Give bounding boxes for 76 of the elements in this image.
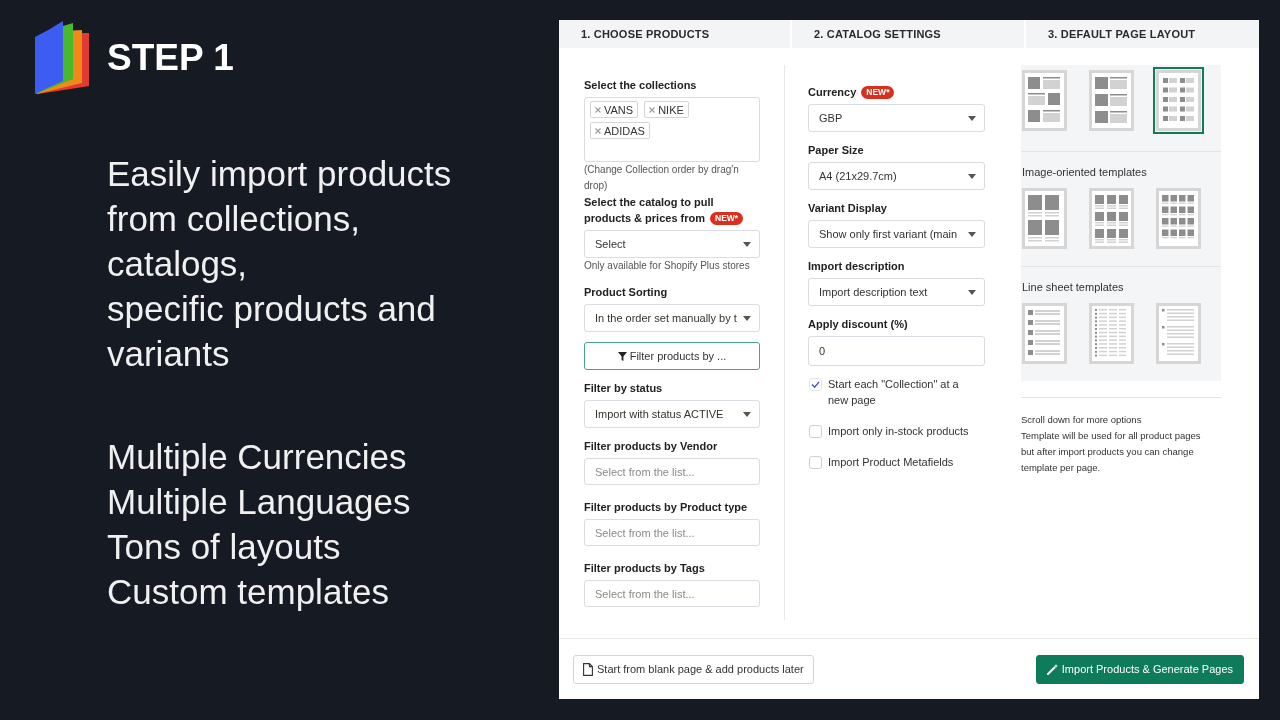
template-thumbnail[interactable] — [1153, 67, 1204, 134]
caret-icon — [743, 241, 751, 247]
checkbox-label: Import only in-stock products — [828, 424, 969, 439]
feature-text: Multiple Currencies — [107, 436, 407, 478]
template-thumbnail[interactable] — [1022, 70, 1067, 131]
tag-label: ADIDAS — [604, 124, 645, 137]
file-icon — [583, 662, 593, 676]
book-icon — [35, 20, 90, 95]
tag-label: VANS — [604, 103, 634, 116]
select-field[interactable]: Select — [584, 230, 760, 258]
note-text: Template will be used for all product pages but after import products you can change template per page. — [1021, 429, 1202, 475]
feature-text: Custom templates — [107, 571, 390, 613]
select-field[interactable]: Import with status ACTIVE — [584, 400, 760, 428]
caret-icon — [743, 315, 751, 321]
new-badge: NEW* — [710, 212, 744, 225]
note-text: Scroll down for more options — [1021, 413, 1143, 427]
feature-text: Multiple Languages — [107, 481, 411, 523]
field-label: Import description — [808, 260, 905, 272]
step-header: 2. CATALOG SETTINGS — [790, 20, 1024, 48]
checkbox[interactable] — [809, 377, 822, 391]
template-thumbnail[interactable] — [1156, 303, 1201, 364]
close-icon[interactable] — [595, 127, 601, 134]
field-label: Select the collections — [584, 79, 697, 91]
checkbox[interactable] — [809, 424, 822, 438]
template-thumbnail[interactable] — [1022, 188, 1067, 249]
caret-icon — [968, 173, 976, 179]
template-thumbnail[interactable] — [1089, 70, 1134, 131]
caret-icon — [968, 231, 976, 237]
group-title: Image-oriented templates — [1022, 165, 1148, 180]
input-field[interactable]: Select from the list... — [584, 458, 760, 485]
field-label: Paper Size — [808, 144, 864, 156]
close-icon[interactable] — [649, 106, 656, 113]
hint-text: (Change Collection order by drag'n drop) — [584, 163, 740, 193]
checkmark-icon — [811, 380, 820, 388]
select-field[interactable]: A4 (21x29.7cm) — [808, 162, 985, 190]
step-header: 1. CHOOSE PRODUCTS — [559, 20, 790, 48]
template-thumbnail[interactable] — [1156, 188, 1201, 249]
caret-icon — [968, 115, 976, 121]
funnel-icon — [617, 351, 627, 361]
field-label: Product Sorting — [584, 286, 668, 298]
checkbox-label: Start each "Collection" at a new page — [828, 377, 960, 408]
tag-label: NIKE — [658, 103, 684, 116]
field-label: Variant Display — [808, 202, 887, 214]
new-badge: NEW* — [861, 86, 895, 99]
caret-icon — [743, 411, 751, 417]
close-icon[interactable] — [595, 106, 601, 113]
select-field[interactable]: Show only first variant (main — [808, 220, 985, 248]
input-field[interactable]: Select from the list... — [584, 580, 760, 607]
tags-field[interactable]: VANS NIKE ADIDAS — [584, 97, 760, 162]
filter-button[interactable]: Filter products by ... — [584, 342, 760, 370]
group-title: Line sheet templates — [1022, 280, 1125, 295]
step-title: STEP 1 — [107, 35, 234, 80]
start-blank-button[interactable]: Start from blank page & add products later — [573, 654, 814, 684]
field-label: Filter products by Vendor — [584, 440, 718, 452]
import-button[interactable]: Import Products & Generate Pages — [1035, 654, 1244, 684]
template-thumbnail[interactable] — [1022, 303, 1067, 364]
checkbox-label: Import Product Metafields — [828, 455, 954, 470]
select-field[interactable]: In the order set manually by t — [584, 304, 760, 332]
field-label: Currency — [808, 86, 857, 98]
intro-text: Easily import products from collections, catalogs, specific products and variants — [107, 153, 452, 375]
select-field[interactable]: GBP — [808, 104, 985, 132]
input-field[interactable]: Select from the list... — [584, 519, 760, 546]
wand-icon — [1046, 663, 1058, 675]
field-label: Filter products by Tags — [584, 562, 705, 574]
field-label: Filter products by Product type — [584, 501, 748, 513]
field-label: Apply discount (%) — [808, 318, 908, 330]
feature-text: Tons of layouts — [107, 526, 341, 568]
caret-icon — [968, 289, 976, 295]
step-header: 3. DEFAULT PAGE LAYOUT — [1024, 20, 1259, 48]
select-field[interactable]: Import description text — [808, 278, 985, 306]
template-thumbnail[interactable] — [1089, 188, 1134, 249]
hint-text: Only available for Shopify Plus stores — [584, 259, 751, 273]
input-field[interactable]: 0 — [808, 336, 985, 366]
template-thumbnail[interactable] — [1089, 303, 1134, 364]
checkbox[interactable] — [809, 455, 822, 469]
field-label: Filter by status — [584, 382, 663, 394]
